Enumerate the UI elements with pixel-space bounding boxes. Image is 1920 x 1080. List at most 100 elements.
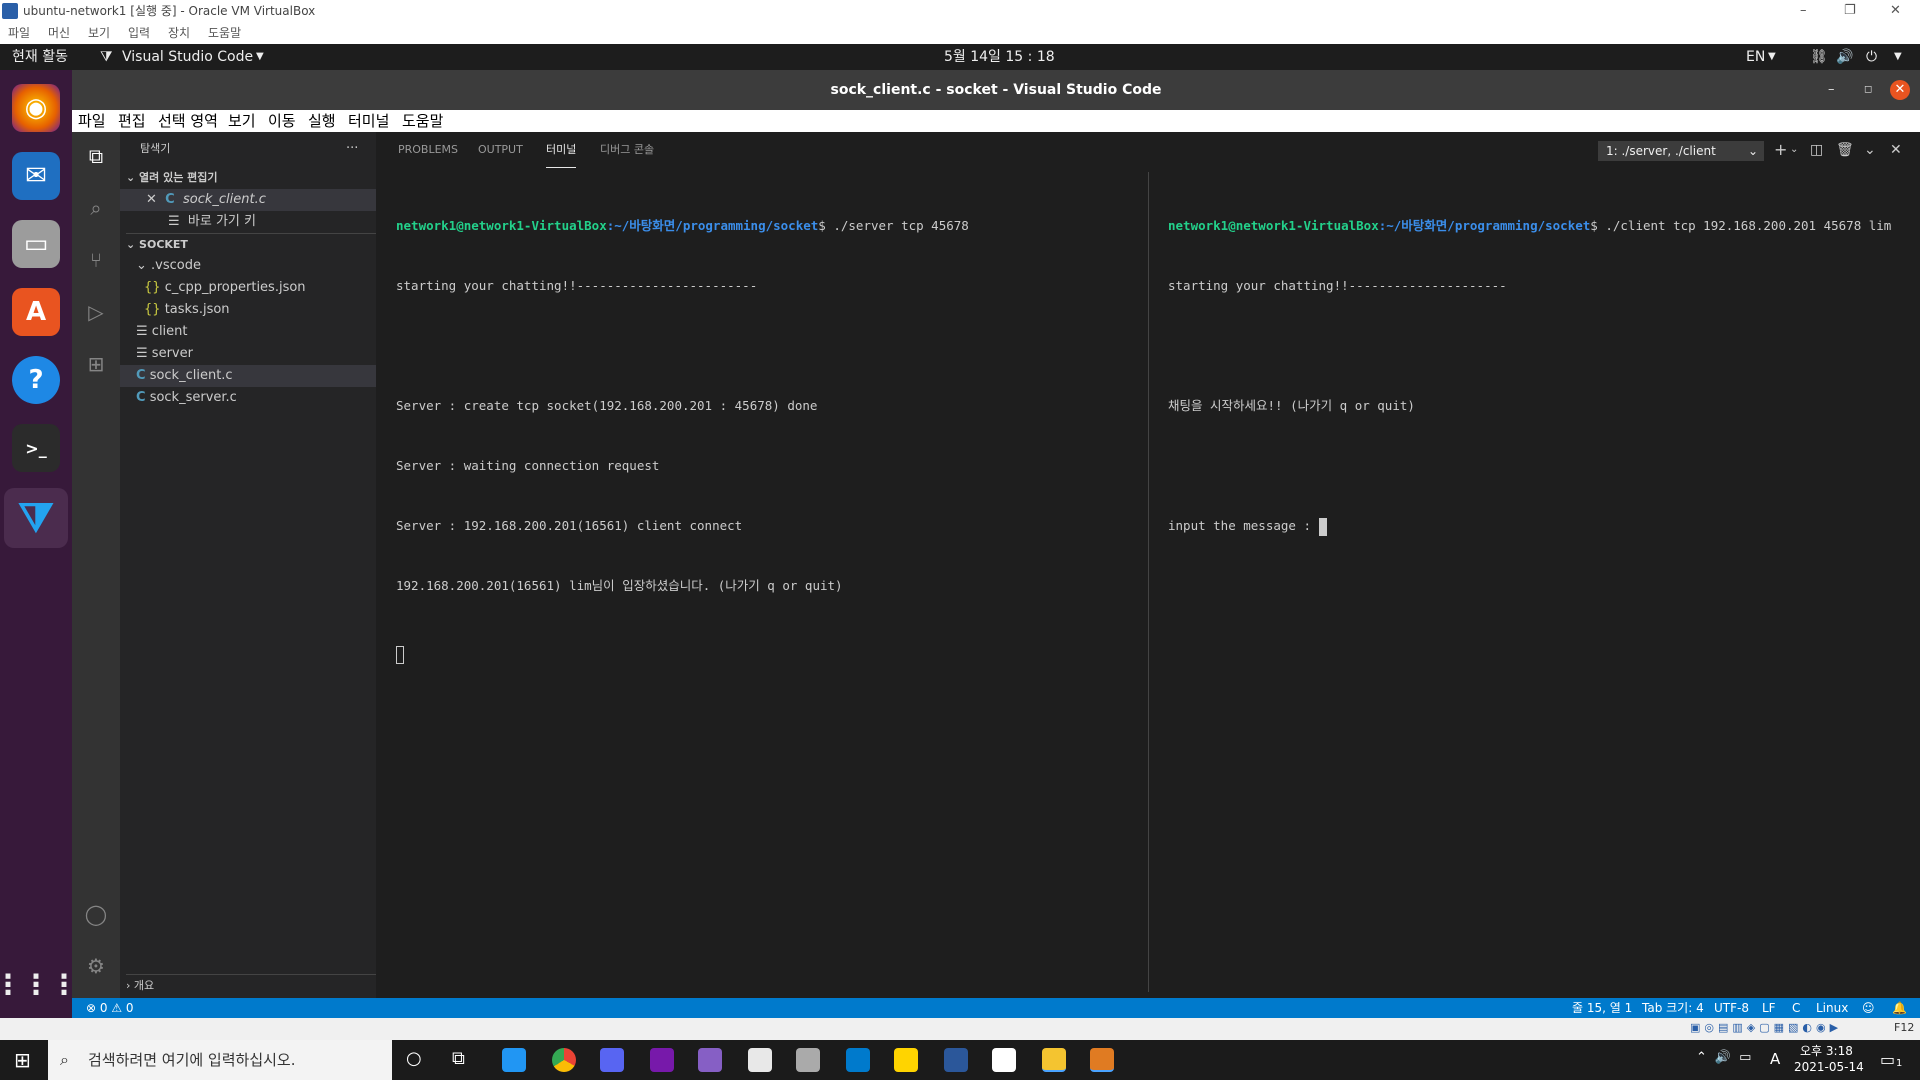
vbox-menu-help[interactable]: 도움말	[208, 22, 241, 44]
app-grid-icon[interactable]: ⋮⋮⋮	[0, 960, 78, 1008]
outline-header[interactable]: › 개요	[126, 974, 376, 996]
bell-icon[interactable]: 🔔	[1892, 998, 1907, 1018]
tree-item-sock-server[interactable]: C sock_server.c	[136, 387, 237, 409]
notepad-icon[interactable]	[748, 1048, 772, 1072]
tab-size[interactable]: Tab 크기: 4	[1642, 998, 1704, 1018]
vbox-menu-file[interactable]: 파일	[8, 22, 30, 44]
minimize-button[interactable]: –	[1828, 70, 1835, 110]
software-icon[interactable]: A	[12, 288, 60, 336]
cortana-icon[interactable]: ○	[406, 1048, 422, 1069]
app-menu[interactable]: Visual Studio Code	[122, 44, 253, 70]
clock[interactable]: 5월 14일 15 : 18	[944, 44, 1055, 70]
close-panel-icon[interactable]: ✕	[1890, 132, 1902, 168]
vscode-taskbar-icon[interactable]	[846, 1048, 870, 1072]
tab-terminal[interactable]: 터미널	[546, 132, 577, 168]
close-icon[interactable]: ✕	[146, 192, 157, 207]
windows-start-icon[interactable]: ⊞	[14, 1048, 31, 1072]
thunderbird-icon[interactable]: ✉	[12, 152, 60, 200]
vbox-menu-input[interactable]: 입력	[128, 22, 150, 44]
virtualbox-taskbar-icon[interactable]	[796, 1048, 820, 1072]
tree-item-client[interactable]: ☰ client	[136, 321, 188, 343]
encoding[interactable]: UTF-8	[1714, 998, 1749, 1018]
vbox-menu-devices[interactable]: 장치	[168, 22, 190, 44]
discord-icon[interactable]	[600, 1048, 624, 1072]
menu-help[interactable]: 도움말	[402, 110, 443, 132]
activities-button[interactable]: 현재 활동	[12, 44, 68, 70]
folder-header[interactable]: ⌄ SOCKET	[126, 233, 376, 255]
tab-output[interactable]: OUTPUT	[478, 132, 523, 168]
tree-item-tasks[interactable]: {} tasks.json	[144, 299, 230, 321]
open-editor-shortcuts[interactable]: ☰ 바로 가기 키	[168, 211, 256, 233]
language-indicator[interactable]: EN	[1746, 44, 1765, 70]
network-icon[interactable]: ⛓	[1810, 44, 1828, 70]
split-terminal-icon[interactable]: ◫	[1810, 132, 1823, 168]
tree-item-vscode[interactable]: ⌄ .vscode	[136, 255, 201, 277]
menu-run[interactable]: 실행	[308, 110, 336, 132]
file-explorer-icon[interactable]	[1042, 1048, 1066, 1072]
volume-icon[interactable]: 🔊	[1836, 44, 1853, 70]
ime-indicator[interactable]: A	[1770, 1050, 1780, 1068]
menu-go[interactable]: 이동	[268, 110, 296, 132]
run-debug-icon[interactable]: ▷	[82, 298, 110, 326]
terminal-server[interactable]: network1@network1-VirtualBox:~/바탕화면/prog…	[396, 176, 996, 704]
extensions-icon[interactable]: ⊞	[82, 350, 110, 378]
problems-status[interactable]: ⊗ 0 ⚠ 0	[86, 998, 134, 1018]
menu-selection[interactable]: 선택 영역	[158, 110, 218, 132]
menu-file[interactable]: 파일	[78, 110, 106, 132]
gear-icon[interactable]: ⚙	[82, 952, 110, 980]
minimize-button[interactable]: –	[1800, 0, 1807, 22]
word-icon[interactable]	[944, 1048, 968, 1072]
more-actions-icon[interactable]: ···	[346, 138, 358, 160]
menu-view[interactable]: 보기	[228, 110, 256, 132]
tray-icons[interactable]: ⌃🔊▭	[1696, 1050, 1759, 1065]
notion-icon[interactable]	[992, 1048, 1016, 1072]
restore-button[interactable]: ❐	[1844, 0, 1856, 22]
trash-icon[interactable]: 🗑	[1836, 132, 1854, 168]
menu-terminal[interactable]: 터미널	[348, 110, 389, 132]
split-divider[interactable]	[1148, 172, 1149, 992]
chevron-down-icon[interactable]: ⌄	[1790, 132, 1798, 168]
cursor-position[interactable]: 줄 15, 열 1	[1572, 998, 1632, 1018]
os-indicator[interactable]: Linux	[1816, 998, 1848, 1018]
files-icon[interactable]: ▭	[12, 220, 60, 268]
tree-item-sock-client[interactable]: C sock_client.c	[120, 365, 376, 387]
vbox-device-icons[interactable]: ▣◎▤▥◈▢▦▧◐◉▶	[1690, 1021, 1842, 1034]
taskbar-time[interactable]: 오후 3:18	[1800, 1042, 1853, 1059]
source-control-icon[interactable]: ⑂	[82, 246, 110, 274]
terminal-select[interactable]: 1: ./server, ./client ⌄	[1598, 141, 1764, 161]
close-button[interactable]: ✕	[1890, 80, 1910, 100]
menu-edit[interactable]: 편집	[118, 110, 146, 132]
app-icon[interactable]	[502, 1048, 526, 1072]
close-button[interactable]: ✕	[1890, 0, 1901, 22]
vscode-icon[interactable]: ⧩	[4, 488, 68, 548]
visual-studio-icon[interactable]	[698, 1048, 722, 1072]
task-view-icon[interactable]: ⧉	[452, 1048, 465, 1069]
help-icon[interactable]: ?	[12, 356, 60, 404]
vbox-menu-view[interactable]: 보기	[88, 22, 110, 44]
tab-debug-console[interactable]: 디버그 콘솔	[600, 132, 654, 168]
firefox-icon[interactable]: ◉	[12, 84, 60, 132]
feedback-icon[interactable]: ☺	[1862, 998, 1875, 1018]
open-editor-sock-client[interactable]: ✕ C sock_client.c	[120, 189, 376, 211]
notification-icon[interactable]: ▭	[1880, 1050, 1895, 1069]
virtualbox-active-icon[interactable]	[1090, 1048, 1114, 1072]
tab-problems[interactable]: PROBLEMS	[398, 132, 458, 168]
new-terminal-icon[interactable]: +	[1774, 132, 1787, 168]
open-editors-header[interactable]: ⌄ 열려 있는 편집기	[126, 167, 218, 189]
onenote-icon[interactable]	[650, 1048, 674, 1072]
language-mode[interactable]: C	[1792, 998, 1800, 1018]
terminal-client[interactable]: network1@network1-VirtualBox:~/바탕화면/prog…	[1168, 176, 1908, 576]
tree-item-c-cpp-properties[interactable]: {} c_cpp_properties.json	[144, 277, 306, 299]
taskbar-date[interactable]: 2021-05-14	[1794, 1060, 1864, 1074]
vbox-menu-machine[interactable]: 머신	[48, 22, 70, 44]
account-icon[interactable]: ◯	[82, 900, 110, 928]
terminal-icon[interactable]: >_	[12, 424, 60, 472]
taskbar-search[interactable]: ⌕ 검색하려면 여기에 입력하십시오.	[48, 1040, 392, 1080]
restore-button[interactable]: ◻	[1864, 70, 1872, 110]
chevron-down-icon[interactable]: ⌄	[1864, 132, 1876, 168]
explorer-icon[interactable]: ⧉	[82, 142, 110, 170]
search-icon[interactable]: ⌕	[82, 194, 110, 222]
sticky-notes-icon[interactable]	[894, 1048, 918, 1072]
power-icon[interactable]: ⏻	[1866, 44, 1877, 70]
tree-item-server[interactable]: ☰ server	[136, 343, 193, 365]
